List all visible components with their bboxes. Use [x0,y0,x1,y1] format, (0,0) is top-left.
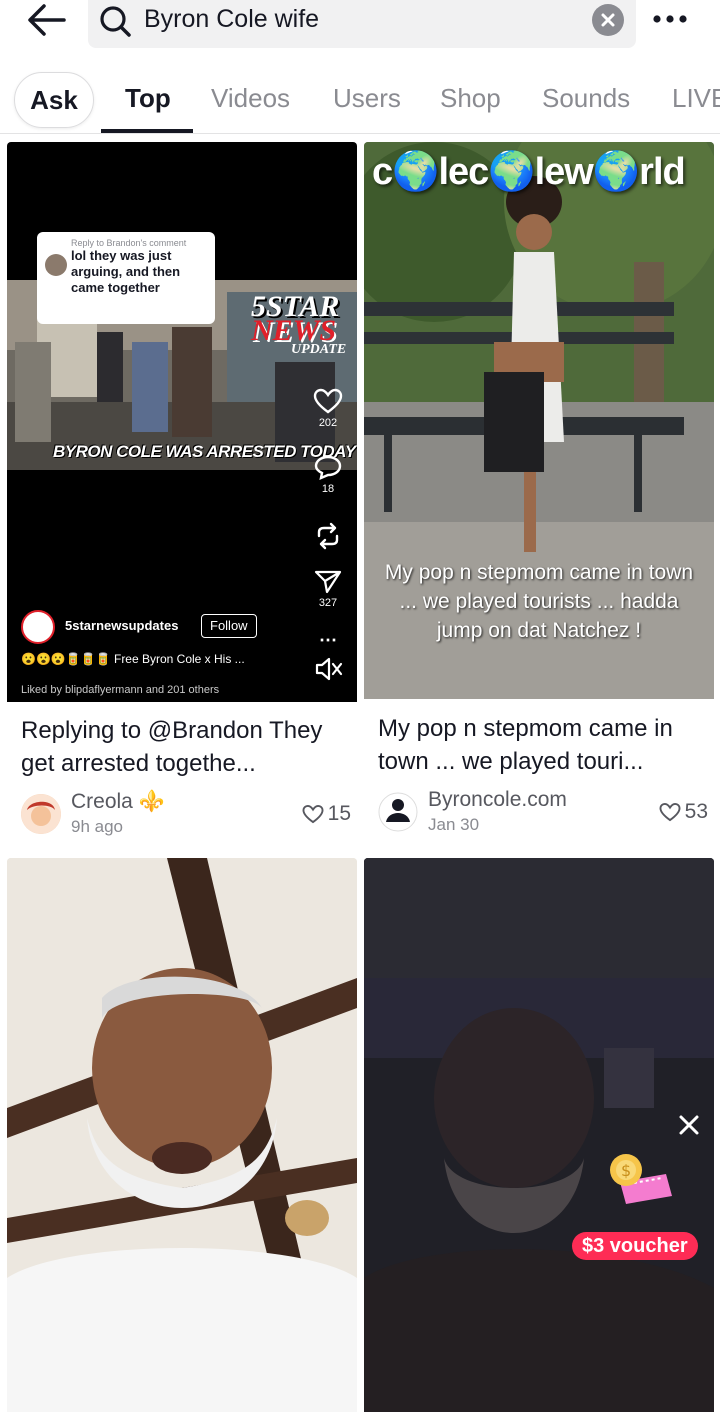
follow-button[interactable]: Follow [201,614,257,638]
like-count-text: 53 [684,800,708,823]
video-author-row: 5starnewsupdates Follow [21,610,271,644]
video-caption: My pop n stepmom came in town ... we pla… [384,561,694,642]
like-count: 15 [302,802,351,826]
author-name: Creola ⚜️ [71,790,165,813]
result-description[interactable]: Replying to @Brandon They get arrested t… [21,714,347,780]
close-icon[interactable] [674,1110,704,1140]
result-card[interactable] [364,858,714,1412]
top-bar: Byron Cole wife [0,0,720,52]
result-card[interactable] [7,858,357,1412]
avatar [21,794,61,834]
comment-action[interactable]: 18 [313,454,343,495]
reply-caption: Reply to Brandon's comment [71,238,187,248]
author-row[interactable]: Byroncole.com Jan 30 53 [378,788,708,838]
avatar [45,254,67,276]
svg-text:$: $ [621,1161,631,1180]
result-card[interactable]: Reply to Brandon's comment lol they was … [7,142,357,850]
tab-ask[interactable]: Ask [14,72,94,128]
sound-action[interactable] [313,654,343,687]
video-title-overlay: c🌍lec🌍lew🌍rld [372,151,686,193]
video-frame-image [7,858,357,1412]
author-row[interactable]: Creola ⚜️ 9h ago 15 [21,790,351,840]
tab-users[interactable]: Users [333,83,401,114]
news-logo: 5STAR NEWS UPDATE [251,290,346,358]
like-action[interactable]: 202 [313,388,343,429]
post-time: Jan 30 [428,815,480,834]
more-dots-icon[interactable]: ⋯ [313,630,343,651]
video-thumbnail[interactable]: c🌍lec🌍lew🌍rld My pop n stepmom came in t… [364,142,714,699]
heart-icon [302,804,324,824]
clear-search-icon[interactable] [592,4,624,36]
tab-shop[interactable]: Shop [440,83,501,114]
video-thumbnail[interactable] [7,858,357,1412]
mute-icon [315,657,343,681]
video-caption: 😮😮😮🥫🥫🥫 Free Byron Cole x His ... [21,652,245,666]
tab-live[interactable]: LIVE [672,83,720,114]
video-username[interactable]: 5starnewsupdates [65,618,178,633]
like-count-text: 15 [327,802,351,825]
video-headline: BYRON COLE WAS ARRESTED TODAY [53,442,356,461]
result-description[interactable]: My pop n stepmom came in town ... we pla… [378,712,704,778]
active-tab-indicator [101,129,193,133]
tab-videos[interactable]: Videos [211,83,290,114]
heart-icon [313,388,343,414]
reply-text: lol they was just arguing, and then came… [71,248,181,295]
video-frame-image [364,858,714,1412]
repost-action[interactable] [313,522,343,553]
search-tabs: Ask Top Videos Users Shop Sounds LIVE [0,68,720,134]
tab-top[interactable]: Top [125,83,171,114]
reply-bubble: Reply to Brandon's comment lol they was … [37,232,215,324]
like-count: 53 [659,800,708,824]
avatar [21,610,55,644]
voucher-badge[interactable]: $3 voucher [572,1232,698,1260]
comment-icon [314,455,342,481]
author-name: Byroncole.com [428,788,567,811]
comment-count: 18 [321,483,335,495]
repost-icon [317,522,339,550]
search-input[interactable]: Byron Cole wife [88,0,636,48]
share-action[interactable]: 327 [313,568,343,609]
tab-sounds[interactable]: Sounds [542,83,630,114]
like-count: 202 [318,417,338,429]
avatar [378,792,418,832]
search-icon [98,4,132,38]
coupon-gift-icon[interactable]: $ [606,1152,674,1212]
video-thumbnail[interactable] [364,858,714,1412]
back-arrow-icon[interactable] [24,0,72,40]
share-count: 327 [318,597,338,609]
search-query-text: Byron Cole wife [144,5,320,33]
more-options-icon[interactable] [648,4,692,34]
video-thumbnail[interactable]: Reply to Brandon's comment lol they was … [7,142,357,702]
post-time: 9h ago [71,817,123,836]
logo-text: UPDATE [291,342,347,357]
share-icon [314,570,342,594]
result-card[interactable]: c🌍lec🌍lew🌍rld My pop n stepmom came in t… [364,142,714,850]
liked-by-text: Liked by blipdaflyermann and 201 others [21,684,220,696]
heart-icon [659,802,681,822]
